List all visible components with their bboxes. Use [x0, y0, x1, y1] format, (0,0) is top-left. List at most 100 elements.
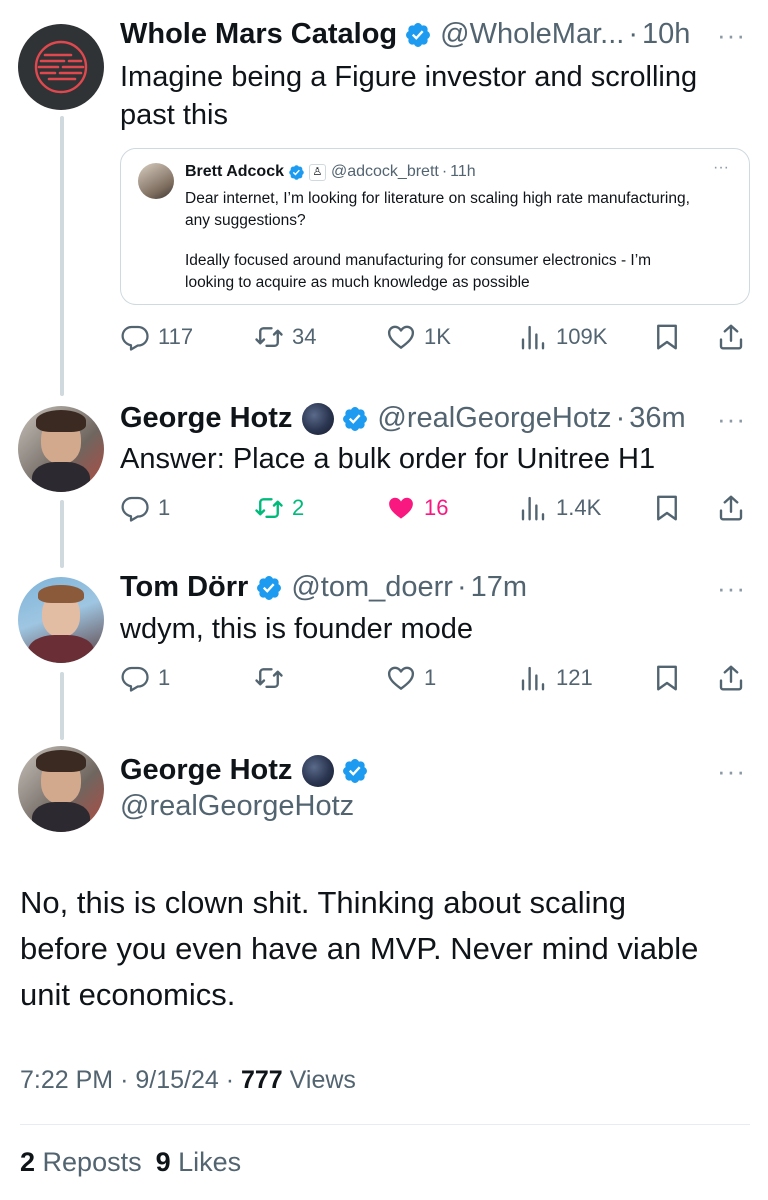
views-label: Views — [289, 1066, 356, 1094]
like-icon — [386, 322, 416, 352]
likes-link[interactable]: 9 Likes — [156, 1147, 242, 1177]
more-icon[interactable]: ··· — [717, 404, 746, 435]
separator: · — [456, 571, 467, 603]
like-button[interactable]: 1K — [386, 322, 451, 352]
more-icon[interactable]: ··· — [717, 756, 746, 787]
bookmark-button[interactable] — [652, 493, 682, 523]
handle: @adcock_brett — [330, 163, 439, 180]
share-icon — [716, 663, 746, 693]
post-time[interactable]: 7:22 PM — [20, 1066, 113, 1094]
share-icon — [716, 322, 746, 352]
engagement-stats: 2 Reposts 9 Likes — [20, 1147, 241, 1178]
tweet-text: Answer: Place a bulk order for Unitree H… — [120, 443, 656, 475]
like-icon — [386, 663, 416, 693]
timestamp: 11h — [450, 163, 476, 180]
handle[interactable]: @realGeorgeHotz — [120, 790, 354, 823]
views-icon — [518, 663, 548, 693]
tweet-header: George Hotz @realGeorgeHotz · 36m — [120, 402, 748, 435]
tweet-header: George Hotz — [120, 754, 748, 787]
verified-badge-icon — [341, 405, 369, 433]
affiliation-badge-icon: ♙ — [308, 163, 326, 181]
quoted-tweet-header: Brett Adcock ♙ @adcock_brett · 11h — [185, 163, 476, 181]
moon-icon — [302, 754, 335, 787]
avatar[interactable] — [18, 406, 104, 492]
more-icon[interactable]: ··· — [713, 159, 729, 177]
handle-row: @realGeorgeHotz — [120, 790, 748, 823]
separator: · — [628, 18, 638, 50]
bookmark-button[interactable] — [652, 322, 682, 352]
tweet-text: Imagine being a Figure investor and scro… — [120, 61, 698, 131]
divider — [20, 1124, 750, 1125]
action-bar: 117 34 1K 109K — [120, 322, 750, 356]
share-button[interactable] — [716, 322, 746, 352]
views-button[interactable]: 1.4K — [518, 493, 601, 523]
reply-icon — [120, 322, 150, 352]
share-icon — [716, 493, 746, 523]
action-bar: 1 1 121 — [120, 663, 750, 697]
like-icon — [386, 493, 416, 523]
bookmark-icon — [652, 493, 682, 523]
bookmark-icon — [652, 322, 682, 352]
avatar[interactable] — [18, 24, 104, 110]
handle[interactable]: @realGeorgeHotz — [377, 402, 611, 435]
avatar[interactable] — [18, 577, 104, 663]
repost-button[interactable]: 2 — [254, 493, 304, 523]
action-bar: 1 2 16 1.4K — [120, 493, 750, 527]
quoted-tweet-text: Ideally focused around manufacturing for… — [185, 252, 652, 291]
main-tweet-text: No, this is clown shit. Thinking about s… — [20, 885, 699, 1012]
repost-icon — [254, 663, 284, 693]
reply-icon — [120, 493, 150, 523]
avatar — [138, 163, 174, 199]
handle[interactable]: @tom_doerr — [291, 571, 453, 604]
display-name[interactable]: George Hotz — [120, 402, 292, 435]
display-name[interactable]: George Hotz — [120, 754, 292, 787]
post-metadata: 7:22 PM · 9/15/24 · 777 Views — [20, 1066, 356, 1094]
more-icon[interactable]: ··· — [717, 573, 746, 604]
verified-badge-icon — [341, 757, 369, 785]
quoted-tweet-text: Dear internet, I’m looking for literatur… — [185, 190, 690, 229]
tweet-header: Whole Mars Catalog @WholeMar... · 10h — [120, 18, 748, 51]
reposts-link[interactable]: 2 Reposts — [20, 1147, 142, 1177]
like-button[interactable]: 16 — [386, 493, 448, 523]
thread-line — [60, 116, 64, 396]
separator: · — [615, 402, 626, 434]
repost-icon — [254, 493, 284, 523]
like-button[interactable]: 1 — [386, 663, 436, 693]
repost-icon — [254, 322, 284, 352]
handle[interactable]: @WholeMar... — [440, 18, 624, 51]
display-name: Brett Adcock — [185, 163, 284, 180]
timestamp[interactable]: 17m — [471, 571, 527, 604]
bookmark-icon — [652, 663, 682, 693]
reply-button[interactable]: 117 — [120, 322, 193, 352]
more-icon[interactable]: ··· — [717, 20, 746, 51]
thread-line — [60, 500, 64, 568]
share-button[interactable] — [716, 493, 746, 523]
share-button[interactable] — [716, 663, 746, 693]
views-button[interactable]: 109K — [518, 322, 607, 352]
thread-line — [60, 672, 64, 740]
post-date[interactable]: 9/15/24 — [135, 1066, 218, 1094]
verified-badge-icon — [255, 574, 283, 602]
display-name[interactable]: Tom Dörr — [120, 571, 248, 604]
repost-button[interactable] — [254, 663, 292, 693]
mars-logo-icon — [34, 40, 88, 94]
reply-button[interactable]: 1 — [120, 493, 170, 523]
timestamp[interactable]: 36m — [629, 402, 685, 435]
quoted-tweet[interactable]: Brett Adcock ♙ @adcock_brett · 11h ··· D… — [120, 148, 750, 305]
reply-icon — [120, 663, 150, 693]
reply-button[interactable]: 1 — [120, 663, 170, 693]
views-count: 777 — [241, 1066, 283, 1094]
views-button[interactable]: 121 — [518, 663, 593, 693]
moon-icon — [302, 402, 335, 435]
display-name[interactable]: Whole Mars Catalog — [120, 18, 397, 51]
bookmark-button[interactable] — [652, 663, 682, 693]
views-icon — [518, 322, 548, 352]
repost-button[interactable]: 34 — [254, 322, 316, 352]
tweet-text: wdym, this is founder mode — [120, 613, 473, 645]
verified-badge-icon — [404, 21, 432, 49]
avatar[interactable] — [18, 746, 104, 832]
views-icon — [518, 493, 548, 523]
tweet-header: Tom Dörr @tom_doerr · 17m — [120, 571, 748, 604]
verified-badge-icon — [288, 164, 305, 181]
timestamp[interactable]: 10h — [642, 18, 690, 51]
